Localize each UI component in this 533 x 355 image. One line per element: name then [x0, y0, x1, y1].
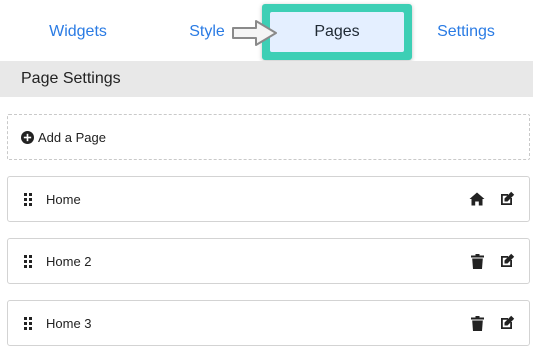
- page-row[interactable]: Home 2: [7, 238, 530, 284]
- tab-style-label: Style: [189, 23, 225, 40]
- trash-icon[interactable]: [469, 253, 485, 269]
- section-header: Page Settings: [0, 61, 533, 97]
- tab-settings[interactable]: Settings: [406, 0, 526, 64]
- tab-settings-label: Settings: [437, 23, 495, 40]
- add-page-button[interactable]: Add a Page: [7, 114, 530, 160]
- pointer-arrow-icon: [232, 20, 277, 46]
- page-row[interactable]: Home 3: [7, 300, 530, 346]
- drag-handle-icon[interactable]: [24, 317, 32, 330]
- drag-handle-icon[interactable]: [24, 193, 32, 206]
- page-name: Home 3: [46, 315, 92, 331]
- trash-icon[interactable]: [469, 315, 485, 331]
- page-name: Home 2: [46, 253, 92, 269]
- tab-pages-inner: Pages: [270, 12, 404, 52]
- drag-handle-icon[interactable]: [24, 255, 32, 268]
- tab-bar: Widgets Style Pages Settings: [0, 0, 533, 64]
- edit-icon[interactable]: [499, 191, 515, 207]
- section-title: Page Settings: [21, 70, 121, 87]
- page-settings-panel: Widgets Style Pages Settings Page Settin…: [0, 0, 533, 355]
- page-name: Home: [46, 191, 81, 207]
- add-page-label: Add a Page: [38, 129, 106, 145]
- tab-widgets[interactable]: Widgets: [18, 0, 138, 64]
- tab-widgets-label: Widgets: [49, 23, 107, 40]
- edit-icon[interactable]: [499, 315, 515, 331]
- page-row[interactable]: Home: [7, 176, 530, 222]
- edit-icon[interactable]: [499, 253, 515, 269]
- tab-pages[interactable]: Pages: [262, 4, 412, 60]
- home-icon[interactable]: [469, 191, 485, 207]
- tab-pages-label: Pages: [314, 23, 360, 40]
- plus-circle-icon: [21, 130, 34, 144]
